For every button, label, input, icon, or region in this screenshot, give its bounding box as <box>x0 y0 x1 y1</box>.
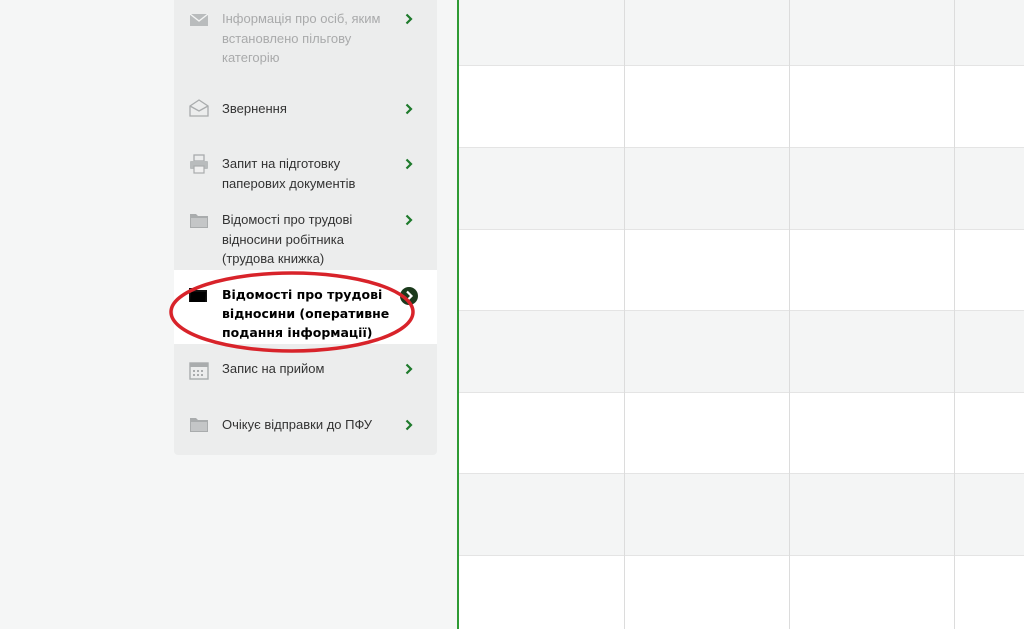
chevron-right-icon <box>402 418 416 432</box>
sidebar-item-appeals[interactable]: Звернення <box>174 80 437 140</box>
grid-line <box>459 229 1024 230</box>
grid-line <box>459 310 1024 311</box>
chevron-circle-right-icon <box>399 286 418 305</box>
chevron-right-icon <box>402 362 416 376</box>
folder-icon <box>189 210 209 230</box>
open-envelope-icon <box>189 98 209 118</box>
sidebar-item-label: Запит на підготовку паперових документів <box>222 156 356 191</box>
grid-line <box>789 0 790 629</box>
grid-row <box>459 473 1024 555</box>
sidebar-item-preferential-category[interactable]: Інформація про осіб, яким встановлено пі… <box>174 0 437 80</box>
grid-line <box>459 65 1024 66</box>
chevron-right-icon <box>402 213 416 227</box>
grid-line <box>459 473 1024 474</box>
sidebar-item-label: Інформація про осіб, яким встановлено пі… <box>222 11 381 65</box>
sidebar-item-appointment[interactable]: Запис на прийом <box>174 344 437 396</box>
grid-row <box>459 65 1024 147</box>
grid-row <box>459 310 1024 392</box>
grid-row <box>459 147 1024 229</box>
sidebar-menu: Інформація про осіб, яким встановлено пі… <box>174 0 437 455</box>
sidebar-item-awaiting-pfu[interactable]: Очікує відправки до ПФУ <box>174 396 437 455</box>
chevron-right-icon <box>402 12 416 26</box>
folder-icon <box>188 284 208 304</box>
grid-line <box>459 392 1024 393</box>
grid-row <box>459 229 1024 310</box>
envelope-icon <box>189 10 209 30</box>
folder-icon <box>189 414 209 434</box>
grid-row <box>459 392 1024 473</box>
grid-line <box>459 555 1024 556</box>
chevron-right-icon <box>402 157 416 171</box>
chevron-right-icon <box>402 102 416 116</box>
grid-row <box>459 555 1024 629</box>
sidebar-item-label: Відомості про трудові відносини (операти… <box>222 287 390 340</box>
grid-line <box>954 0 955 629</box>
sidebar-item-label: Звернення <box>222 101 287 116</box>
sidebar-item-paper-documents-request[interactable]: Запит на підготовку паперових документів <box>174 140 437 202</box>
sidebar-item-label: Запис на прийом <box>222 361 325 376</box>
grid-line <box>459 147 1024 148</box>
data-grid <box>459 0 1024 629</box>
sidebar-item-employment-operative-info[interactable]: Відомості про трудові відносини (операти… <box>174 270 437 344</box>
sidebar-item-label: Відомості про трудові відносини робітник… <box>222 212 353 266</box>
printer-icon <box>189 154 209 174</box>
sidebar-item-label: Очікує відправки до ПФУ <box>222 417 373 432</box>
grid-row <box>459 0 1024 65</box>
calendar-icon <box>189 360 209 380</box>
sidebar-item-employment-record-book[interactable]: Відомості про трудові відносини робітник… <box>174 202 437 270</box>
grid-line <box>624 0 625 629</box>
